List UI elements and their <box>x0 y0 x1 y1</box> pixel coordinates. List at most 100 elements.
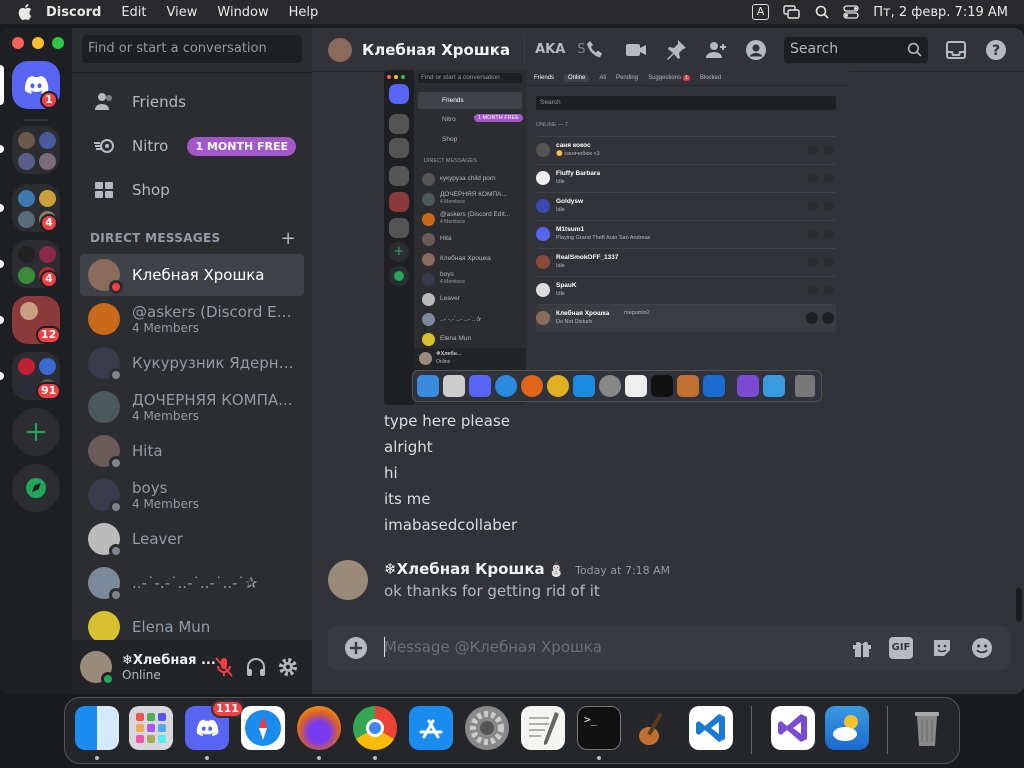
settings-gear-icon[interactable] <box>276 655 300 679</box>
voice-call-icon[interactable] <box>584 38 608 62</box>
unread-pill <box>0 204 4 212</box>
dm-name: Hita <box>132 442 163 460</box>
group-avatar <box>88 391 120 423</box>
home-button[interactable]: 1 <box>12 61 60 109</box>
server-list: 1 4 4 12 91 <box>0 28 72 694</box>
avatar <box>88 523 123 558</box>
visual-studio-logo-icon <box>778 714 807 742</box>
user-profile-icon[interactable] <box>744 38 768 62</box>
mic-muted-icon[interactable] <box>212 655 236 679</box>
dm-item[interactable]: Hita <box>80 430 304 472</box>
dm-item[interactable]: ..-˙-.-˙..-˙..-˙..-˙✰ <box>80 562 304 604</box>
dm-item[interactable]: Кукурузник Ядерный <box>80 342 304 384</box>
dm-item[interactable]: Клебная Хрошка <box>80 254 304 296</box>
chat-title[interactable]: Клебная Хрошка <box>362 41 510 59</box>
attachment-nitro-badge: 1 MONTH FREE <box>474 114 523 122</box>
add-server-button[interactable] <box>12 408 60 456</box>
firefox-icon[interactable] <box>297 706 341 750</box>
menu-view[interactable]: View <box>167 5 198 20</box>
explore-servers-button[interactable] <box>12 464 60 512</box>
dm-item[interactable]: ДОЧЕРНЯЯ КОМПА... 4 Members <box>80 386 304 428</box>
weather-icon[interactable] <box>825 706 869 750</box>
find-conversation-input[interactable]: Find or start a conversation <box>82 35 302 63</box>
add-attachment-icon[interactable] <box>344 636 368 660</box>
inbox-icon[interactable] <box>944 38 968 62</box>
nav-nitro[interactable]: Nitro 1 MONTH FREE <box>80 125 304 167</box>
guild-separator <box>24 119 48 121</box>
chat-area: Клебная Хрошка AKA S Search ? + Find or … <box>312 28 1024 694</box>
search-icon <box>907 42 922 57</box>
menu-edit[interactable]: Edit <box>121 5 146 20</box>
chrome-icon[interactable] <box>353 706 397 750</box>
pinned-messages-icon[interactable] <box>664 38 688 62</box>
scrollbar-thumb[interactable] <box>1016 588 1022 622</box>
shop-icon <box>95 182 113 198</box>
screen-mirroring-icon[interactable] <box>783 5 801 19</box>
user-avatar[interactable] <box>80 651 115 686</box>
server-icon[interactable]: 12 <box>12 296 62 344</box>
trash-icon[interactable] <box>905 706 949 750</box>
help-icon[interactable]: ? <box>984 38 1008 62</box>
add-friends-to-dm-icon[interactable] <box>704 38 728 62</box>
discord-app-icon[interactable]: 111 <box>185 700 244 750</box>
safari-icon[interactable] <box>241 706 285 750</box>
app-store-icon[interactable] <box>409 706 453 750</box>
dm-item[interactable]: boys 4 Members <box>80 474 304 516</box>
dm-name: ДОЧЕРНЯЯ КОМПА... <box>132 391 293 409</box>
dm-item[interactable]: @askers (Discord Edit... 4 Members <box>80 298 304 340</box>
nav-shop[interactable]: Shop <box>80 169 304 211</box>
textedit-icon[interactable] <box>521 706 565 750</box>
attachment-nav-nitro: Nitro <box>442 116 456 123</box>
headphones-icon[interactable] <box>244 655 268 679</box>
zoom-window-button[interactable] <box>52 37 64 49</box>
minimize-window-button[interactable] <box>32 37 44 49</box>
attachment-friend-status: ♊ саничобюк <3 <box>556 151 600 157</box>
aka-label: AKA <box>535 42 566 57</box>
create-dm-button[interactable]: + <box>281 228 296 249</box>
vscode-icon[interactable] <box>689 706 733 750</box>
dm-item[interactable]: Leaver <box>80 518 304 560</box>
spotlight-search-icon[interactable] <box>815 5 829 19</box>
terminal-icon[interactable]: >_ <box>577 706 621 750</box>
server-folder-2[interactable]: 4 <box>12 184 60 232</box>
dm-name: boys <box>132 479 168 497</box>
server-folder-4[interactable]: 91 <box>12 352 62 400</box>
message-input[interactable]: Message @Клебная Хрошка <box>384 638 602 656</box>
garageband-icon[interactable] <box>633 706 677 750</box>
attachment-dm-list: кукуруза child porn ДОЧЕРНЯЯ КОМПА... 4 M… <box>422 170 522 350</box>
sticker-icon[interactable] <box>930 636 954 660</box>
control-center-icon[interactable] <box>843 5 859 19</box>
attachment-tab: Blocked <box>699 74 722 81</box>
menu-window[interactable]: Window <box>217 5 268 20</box>
emoji-icon[interactable] <box>970 636 994 660</box>
gift-icon[interactable] <box>850 636 874 660</box>
message-author-avatar[interactable] <box>328 560 368 600</box>
finder-icon[interactable] <box>75 706 119 750</box>
cloud-sun-icon <box>833 715 858 741</box>
unread-pill <box>0 316 4 324</box>
menu-bar: Discord Edit View Window Help A Пт, 2 фе… <box>0 0 1024 24</box>
attachment-friend-status: Idle <box>556 207 565 213</box>
system-settings-icon[interactable] <box>465 706 509 750</box>
menu-app-name[interactable]: Discord <box>46 5 101 20</box>
gear-icon <box>470 711 504 745</box>
menu-datetime[interactable]: Пт, 2 февр. 7:19 AM <box>873 5 1008 20</box>
server-folder-3[interactable]: 4 <box>12 240 60 288</box>
nav-nitro-label: Nitro <box>132 137 169 155</box>
message-line: hi <box>384 464 398 482</box>
menu-help[interactable]: Help <box>289 5 319 20</box>
image-attachment[interactable]: + Find or start a conversation Friends N… <box>384 70 850 405</box>
message-line: imabasedcollaber <box>384 516 518 534</box>
header-search-input[interactable]: Search <box>784 37 928 63</box>
input-source-indicator[interactable]: A <box>751 4 770 20</box>
server-folder-1[interactable] <box>12 126 60 174</box>
launchpad-icon[interactable] <box>129 706 173 750</box>
video-call-icon[interactable] <box>624 38 648 62</box>
attachment-friend-status: Playing Grand Theft Auto San Andreas <box>556 235 651 241</box>
gif-picker-button[interactable]: GIF <box>889 637 913 659</box>
nav-friends[interactable]: Friends <box>80 81 304 123</box>
apple-icon[interactable] <box>18 4 32 20</box>
message-author[interactable]: ❄Хлебная Крошка <box>384 560 545 578</box>
close-window-button[interactable] <box>12 37 24 49</box>
visual-studio-icon[interactable] <box>771 706 815 750</box>
